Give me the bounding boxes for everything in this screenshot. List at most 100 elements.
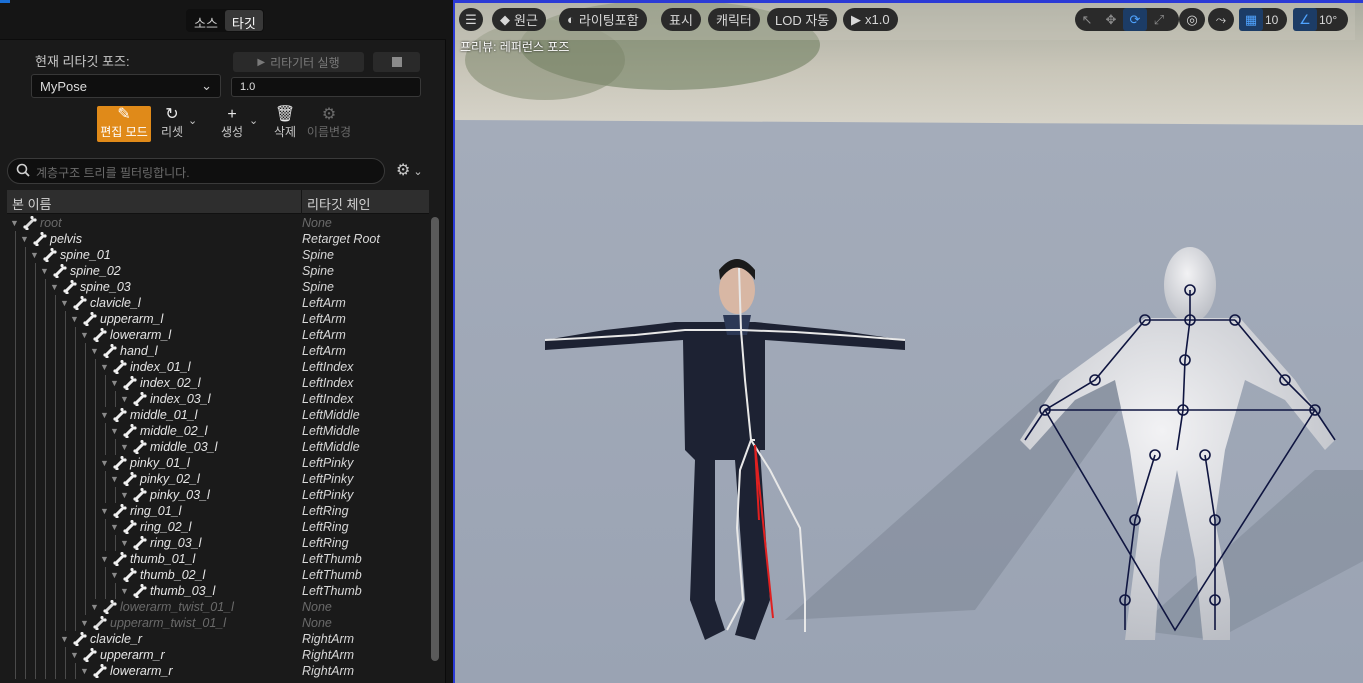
- expand-triangle-icon[interactable]: ▼: [50, 282, 59, 292]
- tree-settings-button[interactable]: ⚙ ⌄: [396, 160, 432, 182]
- tree-row-hand-l[interactable]: ▼ hand_l LeftArm: [7, 343, 429, 359]
- lod-button[interactable]: LOD 자동: [767, 8, 838, 31]
- hierarchy-search-input[interactable]: 계층구조 트리를 필터링합니다.: [7, 158, 385, 184]
- world-space-button[interactable]: ◎: [1179, 8, 1205, 31]
- tree-row-spine-01[interactable]: ▼ spine_01 Spine: [7, 247, 429, 263]
- tree-guide-line: [55, 439, 56, 455]
- expand-triangle-icon[interactable]: ▼: [60, 634, 69, 644]
- tree-row-upperarm-r[interactable]: ▼ upperarm_r RightArm: [7, 647, 429, 663]
- show-button[interactable]: 표시: [661, 8, 701, 31]
- create-button[interactable]: + 생성: [217, 106, 247, 142]
- tree-row-clavicle-l[interactable]: ▼ clavicle_l LeftArm: [7, 295, 429, 311]
- tree-row-pinky-02-l[interactable]: ▼ pinky_02_l LeftPinky: [7, 471, 429, 487]
- expand-triangle-icon[interactable]: ▼: [100, 458, 109, 468]
- retarget-chain-value: LeftThumb: [302, 568, 362, 582]
- expand-triangle-icon[interactable]: ▼: [120, 538, 129, 548]
- expand-triangle-icon[interactable]: ▼: [110, 474, 119, 484]
- tree-row-ring-02-l[interactable]: ▼ ring_02_l LeftRing: [7, 519, 429, 535]
- expand-triangle-icon[interactable]: ▼: [120, 442, 129, 452]
- expand-triangle-icon[interactable]: ▼: [70, 314, 79, 324]
- expand-triangle-icon[interactable]: ▼: [10, 218, 19, 228]
- reset-dropdown-chevron-icon[interactable]: ⌄: [188, 114, 197, 127]
- tree-row-index-01-l[interactable]: ▼ index_01_l LeftIndex: [7, 359, 429, 375]
- expand-triangle-icon[interactable]: ▼: [110, 522, 119, 532]
- select-icon[interactable]: ↖: [1075, 8, 1099, 31]
- rename-button[interactable]: ⚙ 이름변경: [304, 106, 354, 142]
- expand-triangle-icon[interactable]: ▼: [100, 362, 109, 372]
- expand-triangle-icon[interactable]: ▼: [40, 266, 49, 276]
- expand-triangle-icon[interactable]: ▼: [90, 346, 99, 356]
- tree-row-lowerarm-twist-01-l[interactable]: ▼ lowerarm_twist_01_l None: [7, 599, 429, 615]
- character-button[interactable]: 캐릭터: [708, 8, 760, 31]
- move-icon[interactable]: ✥: [1099, 8, 1123, 31]
- delete-label: 삭제: [273, 125, 297, 139]
- tree-row-middle-03-l[interactable]: ▼ middle_03_l LeftMiddle: [7, 439, 429, 455]
- expand-triangle-icon[interactable]: ▼: [120, 586, 129, 596]
- rotate-icon[interactable]: ⟳: [1123, 8, 1147, 31]
- tree-row-spine-02[interactable]: ▼ spine_02 Spine: [7, 263, 429, 279]
- expand-triangle-icon[interactable]: ▼: [90, 602, 99, 612]
- tree-row-pelvis[interactable]: ▼ pelvis Retarget Root: [7, 231, 429, 247]
- reset-button[interactable]: ↻ 리셋: [157, 106, 187, 142]
- tree-row-upperarm-l[interactable]: ▼ upperarm_l LeftArm: [7, 311, 429, 327]
- column-bone-name[interactable]: 본 이름: [12, 194, 52, 213]
- tree-row-thumb-03-l[interactable]: ▼ thumb_03_l LeftThumb: [7, 583, 429, 599]
- scale-icon[interactable]: ⤢: [1147, 8, 1171, 31]
- expand-triangle-icon[interactable]: ▼: [120, 394, 129, 404]
- tree-row-ring-03-l[interactable]: ▼ ring_03_l LeftRing: [7, 535, 429, 551]
- tree-row-lowerarm-l[interactable]: ▼ lowerarm_l LeftArm: [7, 327, 429, 343]
- angle-snap-group[interactable]: ∠ 10°: [1293, 8, 1348, 31]
- expand-triangle-icon[interactable]: ▼: [80, 618, 89, 628]
- expand-triangle-icon[interactable]: ▼: [100, 506, 109, 516]
- expand-triangle-icon[interactable]: ▼: [110, 378, 119, 388]
- tree-row-index-03-l[interactable]: ▼ index_03_l LeftIndex: [7, 391, 429, 407]
- tree-row-pinky-03-l[interactable]: ▼ pinky_03_l LeftPinky: [7, 487, 429, 503]
- tree-scrollbar[interactable]: [431, 217, 439, 661]
- viewport-menu-button[interactable]: ☰: [459, 8, 483, 31]
- expand-triangle-icon[interactable]: ▼: [80, 330, 89, 340]
- playback-speed-button[interactable]: ▶ x1.0: [843, 8, 898, 31]
- tree-row-upperarm-twist-01-l[interactable]: ▼ upperarm_twist_01_l None: [7, 615, 429, 631]
- tree-row-middle-02-l[interactable]: ▼ middle_02_l LeftMiddle: [7, 423, 429, 439]
- tab-target[interactable]: 타깃: [224, 10, 263, 31]
- expand-triangle-icon[interactable]: ▼: [70, 650, 79, 660]
- tree-row-ring-01-l[interactable]: ▼ ring_01_l LeftRing: [7, 503, 429, 519]
- tree-row-spine-03[interactable]: ▼ spine_03 Spine: [7, 279, 429, 295]
- edit-mode-button[interactable]: ✎ 편집 모드: [97, 106, 151, 142]
- tree-row-lowerarm-r[interactable]: ▼ lowerarm_r RightArm: [7, 663, 429, 679]
- expand-triangle-icon[interactable]: ▼: [60, 298, 69, 308]
- expand-triangle-icon[interactable]: ▼: [80, 666, 89, 676]
- preview-viewport[interactable]: ☰ ◆ 원근 ◐ 라이팅포함 표시 캐릭터 LOD 자동 ▶ x1.0 ↖ ✥ ⟳ ⤢…: [453, 0, 1363, 683]
- grid-snap-group[interactable]: ▦ 10: [1239, 8, 1287, 31]
- expand-triangle-icon[interactable]: ▼: [100, 410, 109, 420]
- expand-triangle-icon[interactable]: ▼: [30, 250, 39, 260]
- pose-blend-field[interactable]: 1.0: [231, 77, 421, 97]
- retarget-chain-value: None: [302, 616, 332, 630]
- expand-triangle-icon[interactable]: ▼: [120, 490, 129, 500]
- create-dropdown-chevron-icon[interactable]: ⌄: [249, 114, 258, 127]
- delete-button[interactable]: 🗑 삭제: [271, 106, 299, 142]
- lighting-button[interactable]: ◐ 라이팅포함: [559, 8, 647, 31]
- tree-row-clavicle-r[interactable]: ▼ clavicle_r RightArm: [7, 631, 429, 647]
- tree-guide-line: [75, 519, 76, 535]
- expand-triangle-icon[interactable]: ▼: [100, 554, 109, 564]
- tree-row-index-02-l[interactable]: ▼ index_02_l LeftIndex: [7, 375, 429, 391]
- pose-dropdown[interactable]: MyPose ⌄: [31, 74, 221, 98]
- column-retarget-chain[interactable]: 리타깃 체인: [307, 194, 370, 213]
- tab-source[interactable]: 소스: [187, 10, 225, 31]
- expand-triangle-icon[interactable]: ▼: [20, 234, 29, 244]
- surface-snap-button[interactable]: ⤳: [1208, 8, 1234, 31]
- stop-button[interactable]: [373, 52, 420, 72]
- perspective-button[interactable]: ◆ 원근: [492, 8, 546, 31]
- run-retargeter-button[interactable]: ▶ 리타기터 실행: [233, 52, 364, 72]
- bone-icon: [62, 279, 77, 295]
- tree-guide-line: [85, 455, 86, 471]
- tree-row-thumb-02-l[interactable]: ▼ thumb_02_l LeftThumb: [7, 567, 429, 583]
- tree-row-middle-01-l[interactable]: ▼ middle_01_l LeftMiddle: [7, 407, 429, 423]
- expand-triangle-icon[interactable]: ▼: [110, 426, 119, 436]
- tree-row-pinky-01-l[interactable]: ▼ pinky_01_l LeftPinky: [7, 455, 429, 471]
- expand-triangle-icon[interactable]: ▼: [110, 570, 119, 580]
- column-divider[interactable]: [301, 190, 302, 214]
- tree-row-thumb-01-l[interactable]: ▼ thumb_01_l LeftThumb: [7, 551, 429, 567]
- tree-row-root[interactable]: ▼ root None: [7, 215, 429, 231]
